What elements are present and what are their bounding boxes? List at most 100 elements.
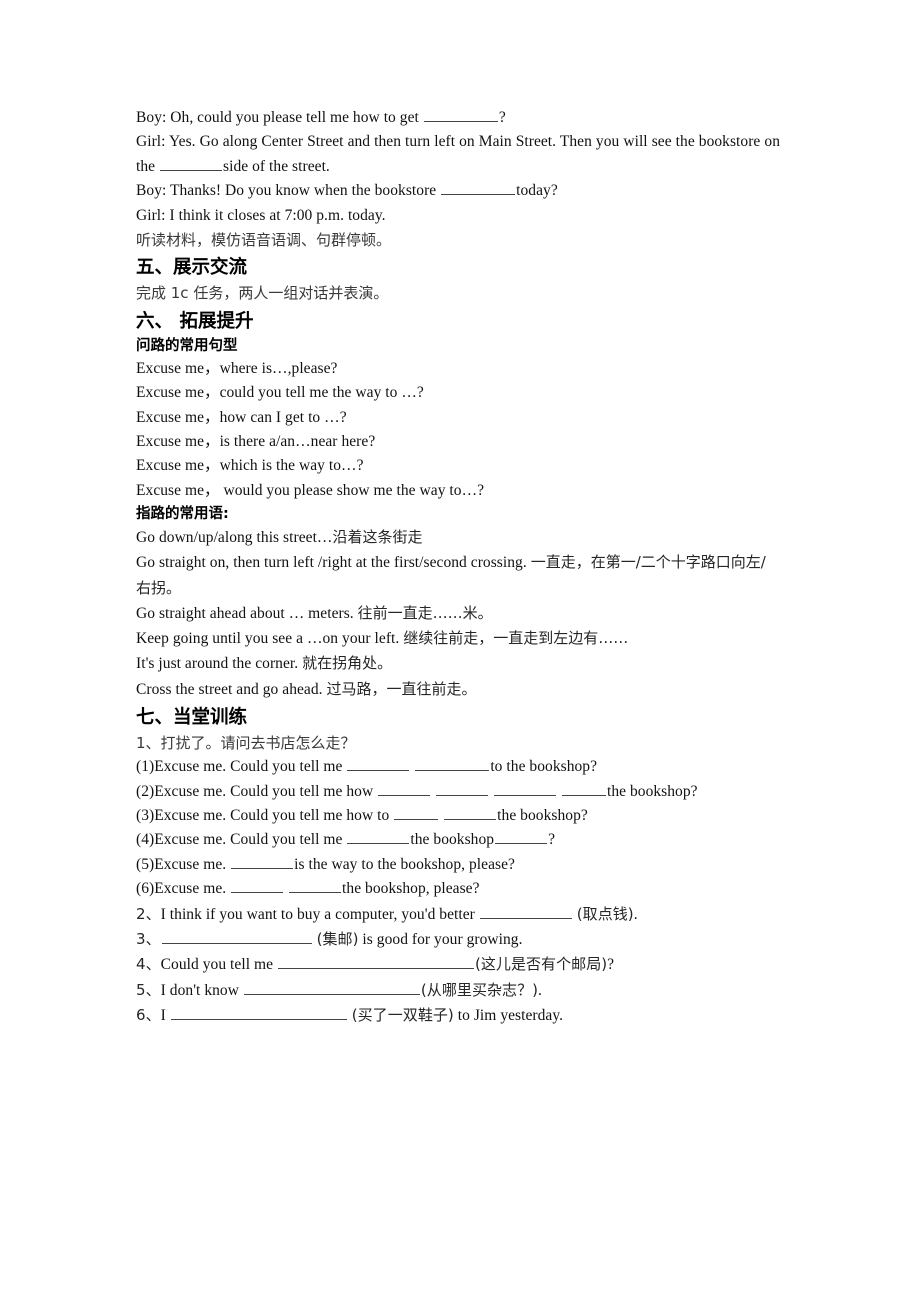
exercise-blank xyxy=(347,756,410,772)
direction-phrase-item: It's just around the corner. 就在拐角处。 xyxy=(136,651,780,676)
exercise-subitem-before: Excuse me. xyxy=(154,855,231,873)
dialogue-line-boy-2-text: Boy: Thanks! Do you know when the bookst… xyxy=(136,182,441,200)
worksheet-page: Boy: Oh, could you please tell me how to… xyxy=(0,0,920,1302)
exercise-subitem: (5)Excuse me. is the way to the bookshop… xyxy=(136,853,780,877)
direction-phrase-list: Go down/up/along this street…沿着这条街走 Go s… xyxy=(136,525,780,701)
exercise-subitem-before: Excuse me. Could you tell me xyxy=(154,758,347,776)
direction-phrase-zh: 往前一直走……米。 xyxy=(357,603,493,622)
direction-phrase-en: Go straight ahead about … meters. xyxy=(136,604,358,622)
direction-phrase-item: Go down/up/along this street…沿着这条街走 xyxy=(136,525,780,550)
dialogue-line-girl-1-tail: side of the street. xyxy=(223,157,330,175)
exercise-blank xyxy=(161,929,312,944)
direction-phrase-zh: 过马路，一直往前走。 xyxy=(326,679,477,698)
direction-phrase-item: Cross the street and go ahead. 过马路，一直往前走… xyxy=(136,677,780,702)
exercise-item-2: 2、I think if you want to buy a computer,… xyxy=(136,902,780,927)
dialogue-line-boy-2: Boy: Thanks! Do you know when the bookst… xyxy=(136,179,780,203)
exercise-subitem-after: to the bookshop? xyxy=(490,758,598,776)
exercise-blank xyxy=(479,903,572,919)
dialogue-line-boy-1-text: Boy: Oh, could you please tell me how to… xyxy=(136,109,423,126)
section-six-subheading-directions: 指路的常用语: xyxy=(136,506,229,523)
exercise-item-2-label: 2、 xyxy=(136,904,161,923)
exercise-subitem: (3)Excuse me. Could you tell me how to t… xyxy=(136,804,780,828)
exercise-item-5-before: I don't know xyxy=(160,981,243,999)
exercise-item-2-zh: (取点钱) xyxy=(576,904,634,923)
exercise-subitem: (1)Excuse me. Could you tell me to the b… xyxy=(136,755,780,779)
exercise-item-5-after: . xyxy=(538,981,542,999)
dialogue-instruction: 听读材料，模仿语音语调、句群停顿。 xyxy=(136,231,392,250)
dialogue-line-boy-1: Boy: Oh, could you please tell me how to… xyxy=(136,106,780,130)
exercise-blank xyxy=(170,1005,347,1021)
exercise-subitem-label: (4) xyxy=(136,831,155,849)
dialogue-blank-3 xyxy=(441,180,516,196)
exercise-item-6-label: 6、 xyxy=(136,1006,161,1025)
dialogue-line-girl-2: Girl: I think it closes at 7:00 p.m. tod… xyxy=(136,206,386,224)
dialogue-line-girl-1: Girl: Yes. Go along Center Street and th… xyxy=(136,130,780,179)
question-pattern-list: Excuse me，where is…,please? Excuse me，co… xyxy=(136,357,780,503)
exercise-subitem-after: the bookshop, please? xyxy=(342,880,480,898)
exercise-subitem-label: (3) xyxy=(136,806,155,824)
exercise-item-4-zh: (这儿是否有个邮局) xyxy=(474,955,608,974)
direction-phrase-zh: 就在拐角处。 xyxy=(302,654,393,673)
exercise-subitem-before: Excuse me. Could you tell me how xyxy=(154,782,378,800)
exercise-subitem-label: (1) xyxy=(136,758,155,776)
direction-phrase-en: Cross the street and go ahead. xyxy=(136,680,327,698)
exercise-blank xyxy=(436,780,489,796)
exercise-subitem: (2)Excuse me. Could you tell me how the … xyxy=(136,780,780,804)
exercise-item-2-before: I think if you want to buy a computer, y… xyxy=(160,905,479,923)
exercise-blank xyxy=(289,878,342,894)
exercise-blank xyxy=(495,829,548,845)
exercise-item-6-zh: (买了一双鞋子) xyxy=(351,1006,454,1025)
exercise-subitem: (4)Excuse me. Could you tell me the book… xyxy=(136,828,780,852)
exercise-item-5: 5、I don't know (从哪里买杂志？). xyxy=(136,978,780,1003)
exercise-subitem-label: (6) xyxy=(136,880,155,898)
exercise-subitem-before: Excuse me. xyxy=(154,880,231,898)
exercise-blank xyxy=(415,756,490,772)
exercise-subitem-before: Excuse me. Could you tell me how to xyxy=(154,806,394,824)
exercise-blank xyxy=(231,853,294,869)
exercise-1-subitem-list: (1)Excuse me. Could you tell me to the b… xyxy=(136,755,780,901)
direction-phrase-en: Go straight on, then turn left /right at… xyxy=(136,554,531,572)
exercise-blank xyxy=(444,805,497,820)
section-six-subheading-questions: 问路的常用句型 xyxy=(136,337,238,354)
exercise-blank xyxy=(378,780,431,796)
exercise-item-5-zh: (从哪里买杂志？) xyxy=(420,980,539,999)
exercise-blank xyxy=(231,878,284,894)
exercise-item-6-after: to Jim yesterday. xyxy=(453,1007,564,1025)
exercise-item-3-zh: (集邮) xyxy=(316,929,359,948)
exercise-subitem-label: (5) xyxy=(136,855,155,873)
exercise-blank xyxy=(394,805,439,820)
dialogue-line-boy-1-tail: ? xyxy=(498,109,506,126)
direction-phrase-item: Go straight ahead about … meters. 往前一直走…… xyxy=(136,601,780,626)
question-pattern-item: Excuse me，how can I get to …? xyxy=(136,408,347,426)
question-pattern-item: Excuse me，is there a/an…near here? xyxy=(136,433,376,451)
exercise-blank xyxy=(347,829,410,845)
exercise-subitem-label: (2) xyxy=(136,782,155,800)
question-pattern-item: Excuse me，which is the way to…? xyxy=(136,457,364,475)
section-five-heading: 五、展示交流 xyxy=(136,257,248,279)
question-pattern-item: Excuse me，could you tell me the way to …… xyxy=(136,384,424,402)
dialogue-blank-1 xyxy=(423,107,498,122)
exercise-blank xyxy=(494,780,557,796)
exercise-item-6: 6、I (买了一双鞋子) to Jim yesterday. xyxy=(136,1003,780,1028)
exercise-item-4-before: Could you tell me xyxy=(160,956,277,974)
question-pattern-item: Excuse me， would you please show me the … xyxy=(136,481,485,499)
exercise-subitem-mid: the bookshop xyxy=(410,831,495,849)
dialogue-line-boy-2-tail: today? xyxy=(516,182,558,200)
exercise-subitem-after: is the way to the bookshop, please? xyxy=(294,855,515,873)
direction-phrase-zh: 继续往前走，一直走到左边有…… xyxy=(403,629,629,648)
direction-phrase-en: Go down/up/along this street… xyxy=(136,529,333,547)
exercise-blank xyxy=(277,954,474,970)
direction-phrase-en: Keep going until you see a …on your left… xyxy=(136,630,404,648)
section-six-heading: 六、 拓展提升 xyxy=(136,310,254,332)
exercise-item-4-after: ? xyxy=(607,956,615,974)
exercise-subitem-after: the bookshop? xyxy=(497,806,588,824)
exercise-item-3-after: is good for your growing. xyxy=(358,930,523,948)
direction-phrase-item: Go straight on, then turn left /right at… xyxy=(136,550,780,600)
dialogue-blank-2 xyxy=(160,156,223,171)
exercise-item-6-before: I xyxy=(160,1007,170,1025)
exercise-item-2-after: . xyxy=(633,905,638,923)
direction-phrase-item: Keep going until you see a …on your left… xyxy=(136,626,780,651)
direction-phrase-zh: 沿着这条街走 xyxy=(332,528,423,547)
direction-phrase-en: It's just around the corner. xyxy=(136,655,303,673)
exercise-blank xyxy=(561,780,606,796)
